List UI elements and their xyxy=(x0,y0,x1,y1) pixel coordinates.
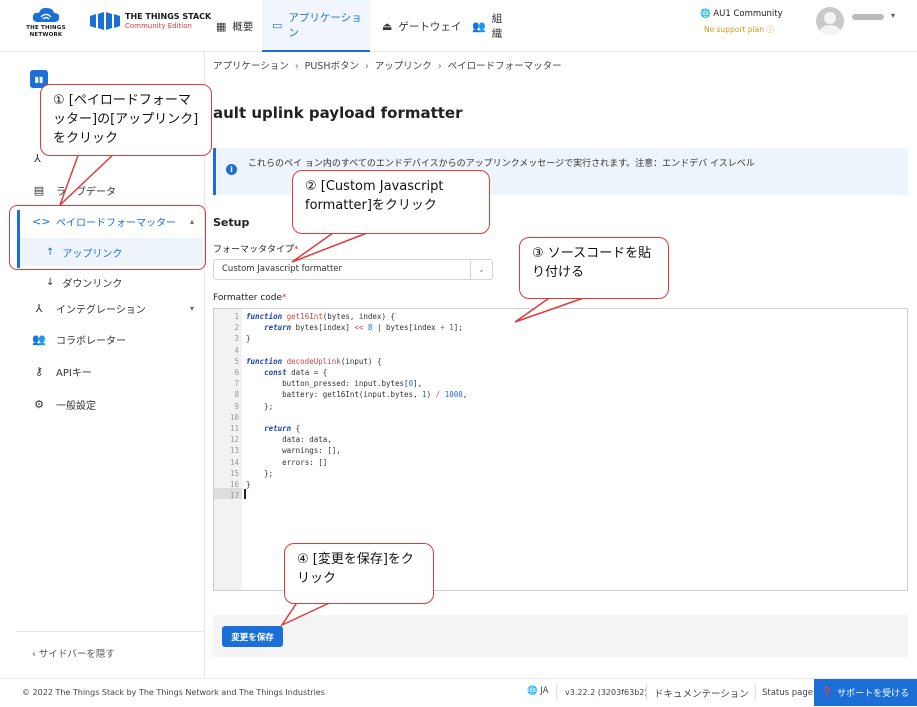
formatter-code-label: Formatter code* xyxy=(213,293,287,303)
chevron-right-icon: › xyxy=(294,61,299,72)
breadcrumb-current: ペイロードフォーマッター xyxy=(447,61,562,72)
window-icon: ▭ xyxy=(272,18,283,32)
nav-overview[interactable]: ▦ 概要 xyxy=(216,0,258,52)
hide-sidebar-button[interactable]: ‹ サイドバーを隠す xyxy=(32,646,115,660)
hide-sidebar-label: サイドバーを隠す xyxy=(38,649,115,660)
avatar[interactable] xyxy=(816,7,844,35)
chevron-right-icon: › xyxy=(364,61,369,72)
gateway-icon: ⏏ xyxy=(382,19,393,33)
tts-subtitle: Community Edition xyxy=(125,22,192,30)
nav-gateways-label: ゲートウェイ xyxy=(398,20,462,33)
sidebar-item-label: コラボレーター xyxy=(56,335,126,347)
arrow-down-icon: ↓ xyxy=(46,276,55,288)
help-icon: ⓘ xyxy=(766,25,774,34)
version: v3.22.2 (3203f63b2) xyxy=(565,688,648,697)
footer-divider xyxy=(646,684,647,700)
sidebar-item-label: APIキー xyxy=(56,367,92,379)
formatter-type-label-text: フォーマッタタイプ xyxy=(213,245,295,255)
sidebar-divider xyxy=(16,631,205,632)
setup-heading: Setup xyxy=(213,216,250,229)
chevron-left-icon: ‹ xyxy=(32,649,36,660)
network-name: AU1 Community xyxy=(713,9,783,19)
nav-organizations-label: 組織 xyxy=(491,13,503,40)
text-cursor xyxy=(244,489,246,499)
formatter-type-select[interactable]: Custom Javascript formatter ⌄ xyxy=(213,259,493,280)
key-icon: ⚷ xyxy=(34,364,44,378)
sidebar-item-api-keys[interactable]: ⚷ APIキー xyxy=(32,356,202,386)
language-selector[interactable]: 🌐 JA xyxy=(527,686,548,696)
documentation-link[interactable]: ドキュメンテーション xyxy=(654,686,749,700)
sidebar-item-live-data[interactable]: ▤ ライブデータ xyxy=(32,175,202,205)
status-page-link[interactable]: Status page xyxy=(762,688,813,698)
integration-icon: ⅄ xyxy=(35,301,43,315)
callout-4: ④ [変更を保存]をクリック xyxy=(284,543,434,604)
breadcrumb-item[interactable]: PUSHボタン xyxy=(305,61,359,72)
support-plan-text: No support plan xyxy=(704,25,764,34)
help-icon: ❓ xyxy=(821,687,834,698)
support-plan: No support plan ⓘ xyxy=(704,24,774,35)
nav-overview-label: 概要 xyxy=(232,20,254,33)
grid-icon: ▦ xyxy=(216,19,227,33)
nav-applications-label: アプリケーション xyxy=(288,12,362,39)
chevron-down-icon: ⌄ xyxy=(470,260,492,279)
formatter-type-value: Custom Javascript formatter xyxy=(222,264,343,274)
chevron-down-icon: ▾ xyxy=(189,303,194,313)
line-numbers: 1 2 3 4 5 6 7 8 9 10 11 12 13 14 15 16 1… xyxy=(229,312,239,501)
sidebar-item-label: 一般設定 xyxy=(56,400,96,412)
gear-icon: ⚙ xyxy=(34,397,44,411)
submit-bar xyxy=(213,615,908,657)
ttn-logo[interactable]: THE THINGS NETWORK xyxy=(24,6,68,46)
formatter-code-label-text: Formatter code xyxy=(213,293,283,303)
callout-2: ② [Custom Javascript formatter]をクリック xyxy=(292,170,490,234)
tts-mark-icon xyxy=(90,12,120,30)
save-changes-button[interactable]: 変更を保存 xyxy=(222,626,283,647)
user-name-blurred[interactable] xyxy=(852,14,884,20)
people-icon: 👥 xyxy=(472,19,486,33)
info-icon: i xyxy=(226,164,237,175)
chevron-right-icon: › xyxy=(437,61,442,72)
sidebar-item-general-settings[interactable]: ⚙ 一般設定 xyxy=(32,389,202,419)
people-icon: 👥 xyxy=(32,332,46,346)
network-indicator[interactable]: 🌐 AU1 Community xyxy=(700,9,783,19)
sidebar-item-collaborators[interactable]: 👥 コラボレーター xyxy=(32,324,202,354)
required-marker: * xyxy=(294,245,299,255)
footer-divider xyxy=(556,684,557,700)
sidebar-item-label: インテグレーション xyxy=(56,304,146,316)
tts-title: THE THINGS STACK xyxy=(125,12,212,21)
formatter-type-label: フォーマッタタイプ* xyxy=(213,242,299,255)
globe-icon: 🌐 xyxy=(700,9,711,19)
required-marker: * xyxy=(282,293,287,303)
nav-organizations[interactable]: 👥 組織 xyxy=(472,0,512,52)
breadcrumb: アプリケーション › PUSHボタン › アップリンク › ペイロードフォーマッター xyxy=(213,58,562,72)
list-icon: ▤ xyxy=(33,183,45,197)
nav-gateways[interactable]: ⏏ ゲートウェイ xyxy=(382,0,462,52)
network-tree-icon: ⅄ xyxy=(34,152,41,165)
annotation-frame xyxy=(9,205,206,270)
nav-applications[interactable]: ▭ アプリケーション xyxy=(262,0,370,52)
sidebar-item-downlink[interactable]: ↓ ダウンリンク xyxy=(46,268,122,296)
language-code: JA xyxy=(540,686,549,696)
footer-divider xyxy=(755,684,756,700)
callout-3: ③ ソースコードを貼り付ける xyxy=(519,237,669,299)
ttn-logo-text: THE THINGS NETWORK xyxy=(26,25,66,38)
page-title: ault uplink payload formatter xyxy=(213,104,463,122)
code-content[interactable]: function get16Int(bytes, index) { return… xyxy=(246,311,467,490)
chevron-down-icon[interactable]: ▾ xyxy=(891,11,895,20)
get-support-button[interactable]: ❓ サポートを受ける xyxy=(814,679,917,706)
callout-1: ① [ペイロードフォーマッター]の[アップリンク]をクリック xyxy=(40,84,212,156)
cloud-icon xyxy=(32,7,60,22)
sidebar-item-label: ライブデータ xyxy=(56,186,116,198)
get-support-label: サポートを受ける xyxy=(837,689,910,699)
copyright: © 2022 The Things Stack by The Things Ne… xyxy=(22,688,325,697)
tts-logo[interactable]: THE THINGS STACK Community Edition xyxy=(90,10,211,40)
breadcrumb-item[interactable]: アップリンク xyxy=(375,61,432,72)
breadcrumb-item[interactable]: アプリケーション xyxy=(213,61,289,72)
globe-icon: 🌐 xyxy=(527,686,538,696)
sidebar-item-label: ダウンリンク xyxy=(62,278,123,290)
sidebar-item-integrations[interactable]: ⅄ インテグレーション ▾ xyxy=(32,293,202,323)
